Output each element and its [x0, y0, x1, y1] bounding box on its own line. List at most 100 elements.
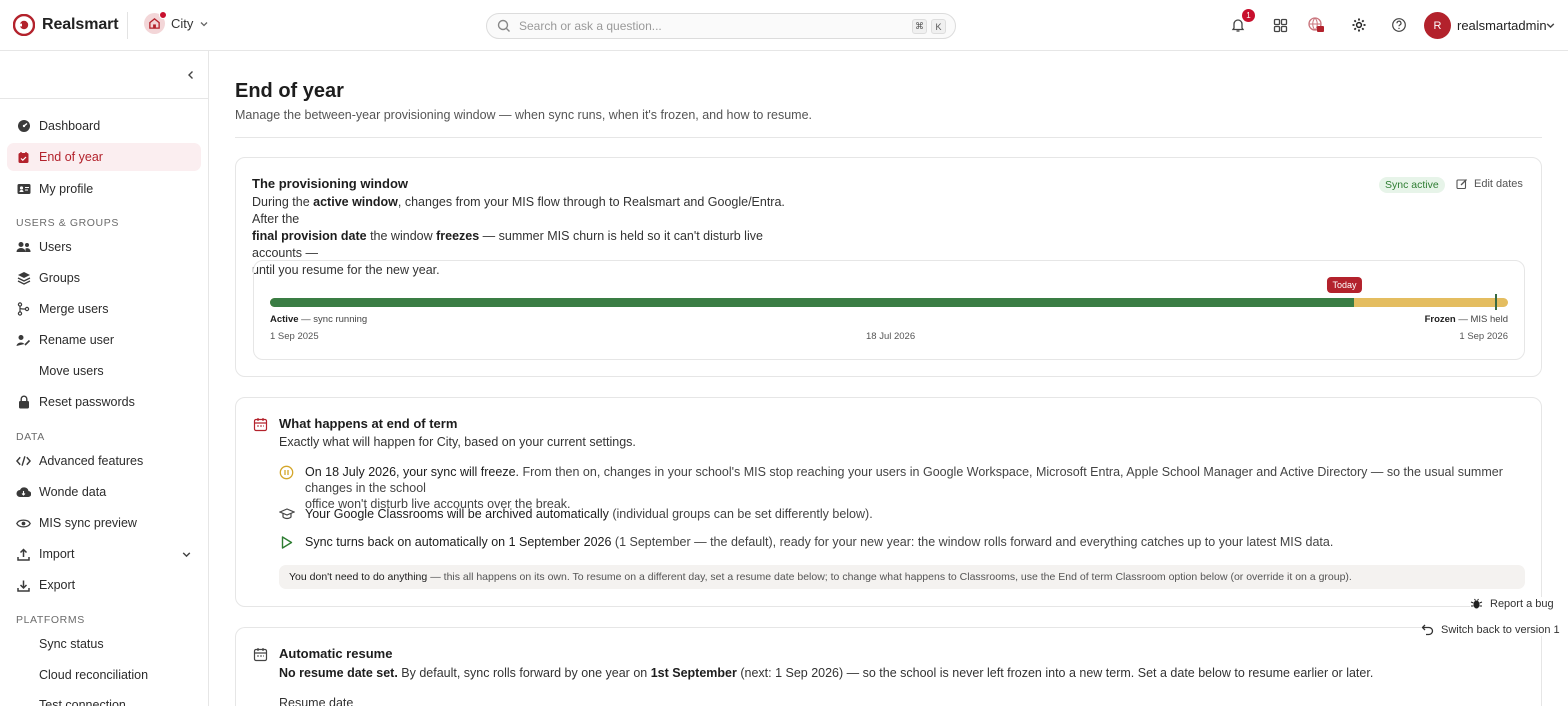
page-subtitle: Manage the between-year provisioning win… — [235, 108, 812, 122]
freeze-info-strong: On 18 July 2026, your sync will freeze. — [305, 465, 519, 479]
report-bug-button[interactable]: Report a bug — [1470, 597, 1554, 610]
app-logo[interactable]: Realsmart — [13, 14, 119, 36]
timeline-active-label: Active — sync running — [270, 314, 368, 325]
search-input[interactable] — [519, 19, 899, 33]
sidebar-item-merge-users[interactable]: Merge users — [7, 295, 201, 323]
upload-icon — [16, 547, 31, 562]
sidebar-item-sync-status[interactable]: Sync status — [7, 630, 201, 658]
dashboard-gauge-icon — [16, 119, 31, 134]
sidebar-item-label: Users — [39, 240, 72, 254]
header-divider — [127, 12, 128, 39]
test-connection-icon-blank — [16, 698, 31, 706]
sidebar-item-label: Import — [39, 547, 75, 561]
collapse-sidebar-icon[interactable] — [185, 69, 197, 81]
page-title: End of year — [235, 80, 344, 102]
sidebar-item-label: End of year — [39, 150, 103, 164]
shortcut-key-k: K — [931, 19, 946, 34]
automatic-resume-card: Automatic resume No resume date set. By … — [235, 627, 1542, 706]
language-button[interactable] — [1306, 15, 1326, 35]
sidebar-item-move-users[interactable]: Move users — [7, 357, 201, 385]
end-of-term-title: What happens at end of term — [279, 416, 458, 431]
search-bar[interactable]: ⌘ K — [486, 13, 956, 39]
sidebar-item-label: Advanced features — [39, 454, 144, 468]
no-action-note: You don't need to do anything — this all … — [279, 565, 1525, 589]
no-action-strong: You don't need to do anything — [289, 571, 428, 583]
users-icon — [16, 240, 31, 255]
sidebar-item-label: Rename user — [39, 333, 115, 347]
sidebar-item-end-of-year[interactable]: End of year — [7, 143, 201, 171]
download-icon — [16, 578, 31, 593]
sidebar-item-import[interactable]: Import — [7, 540, 201, 568]
automatic-resume-description: No resume date set. By default, sync rol… — [279, 666, 1374, 680]
sidebar-item-reset-passwords[interactable]: Reset passwords — [7, 388, 201, 416]
timeline-freeze-date: 18 Jul 2026 — [866, 331, 916, 342]
section-users-groups: USERS & GROUPS — [16, 217, 119, 229]
avatar[interactable]: R — [1424, 12, 1451, 39]
sidebar-item-export[interactable]: Export — [7, 571, 201, 599]
sidebar-item-label: Groups — [39, 271, 80, 285]
help-button[interactable] — [1389, 15, 1409, 35]
realsmart-logo-icon — [13, 14, 35, 36]
top-bar: Realsmart City ⌘ K 1 — [0, 0, 1568, 51]
sidebar-item-wonde-data[interactable]: Wonde data — [7, 478, 201, 506]
today-marker: Today — [1327, 277, 1362, 293]
sidebar-item-label: Sync status — [39, 637, 104, 651]
username[interactable]: realsmartadmin — [1457, 18, 1547, 33]
sidebar-item-label: Reset passwords — [39, 395, 135, 409]
user-menu-chevron-icon[interactable] — [1545, 20, 1556, 31]
shortcut-key-cmd: ⌘ — [912, 19, 927, 34]
report-bug-label: Report a bug — [1490, 597, 1554, 610]
search-icon — [497, 19, 511, 33]
sidebar-item-rename-user[interactable]: Rename user — [7, 326, 201, 354]
provisioning-timeline: Today Active — sync running Frozen — MIS… — [253, 260, 1525, 360]
app-name: Realsmart — [42, 16, 119, 33]
end-of-term-subtitle: Exactly what will happen for City, based… — [279, 435, 636, 449]
sidebar-item-label: My profile — [39, 182, 94, 196]
tenant-switcher[interactable]: City — [144, 11, 209, 34]
user-edit-icon — [16, 333, 31, 348]
timeline-end-date: 1 Sep 2026 — [1459, 331, 1508, 342]
timeline-track — [270, 298, 1508, 307]
sync-status-icon-blank — [16, 637, 31, 652]
graduation-cap-icon — [279, 507, 295, 523]
sidebar-item-dashboard[interactable]: Dashboard — [7, 112, 201, 140]
school-icon — [144, 11, 167, 34]
calendar-check-icon — [16, 150, 31, 165]
apps-button[interactable] — [1270, 15, 1290, 35]
tenant-name: City — [171, 16, 194, 31]
sidebar-item-advanced-features[interactable]: Advanced features — [7, 447, 201, 475]
sidebar-item-cloud-reconciliation[interactable]: Cloud reconciliation — [7, 661, 201, 689]
resume-date-label: Resume date — [279, 696, 354, 706]
switch-version-button[interactable]: Switch back to version 1 — [1421, 623, 1560, 636]
freeze-info: On 18 July 2026, your sync will freeze. … — [279, 464, 1524, 512]
automatic-resume-title: Automatic resume — [279, 646, 393, 661]
header-divider — [235, 137, 1542, 138]
grid-icon — [1273, 18, 1288, 33]
edit-dates-button[interactable]: Edit dates — [1456, 178, 1523, 190]
eye-icon — [16, 516, 31, 531]
timeline-active-segment — [270, 298, 1355, 307]
calendar-icon — [253, 417, 268, 432]
sidebar-item-label: Cloud reconciliation — [39, 668, 149, 682]
pause-circle-icon — [279, 465, 295, 481]
edit-dates-label: Edit dates — [1474, 178, 1523, 190]
end-of-term-card: What happens at end of term Exactly what… — [235, 397, 1542, 607]
sidebar-item-users[interactable]: Users — [7, 233, 201, 261]
sidebar-item-label: Dashboard — [39, 119, 101, 133]
settings-button[interactable] — [1349, 15, 1369, 35]
cloud-reconciliation-icon-blank — [16, 668, 31, 683]
globe-flag-icon — [1307, 16, 1325, 34]
resume-info-strong: Sync turns back on automatically on 1 Se… — [305, 535, 612, 549]
provisioning-window-card: The provisioning window During the activ… — [235, 157, 1542, 377]
sidebar-item-test-connection[interactable]: Test connection — [7, 691, 201, 706]
calendar-icon — [253, 647, 268, 662]
sidebar-item-label: Test connection — [39, 698, 126, 706]
sidebar-item-my-profile[interactable]: My profile — [7, 175, 201, 203]
sidebar-item-mis-sync-preview[interactable]: MIS sync preview — [7, 509, 201, 537]
merge-icon — [16, 302, 31, 317]
undo-arrow-icon — [1421, 623, 1434, 636]
classroom-info-strong: Your Google Classrooms will be archived … — [305, 507, 609, 521]
tenant-status-dot — [159, 11, 167, 19]
sidebar-item-groups[interactable]: Groups — [7, 264, 201, 292]
id-card-icon — [16, 182, 31, 197]
